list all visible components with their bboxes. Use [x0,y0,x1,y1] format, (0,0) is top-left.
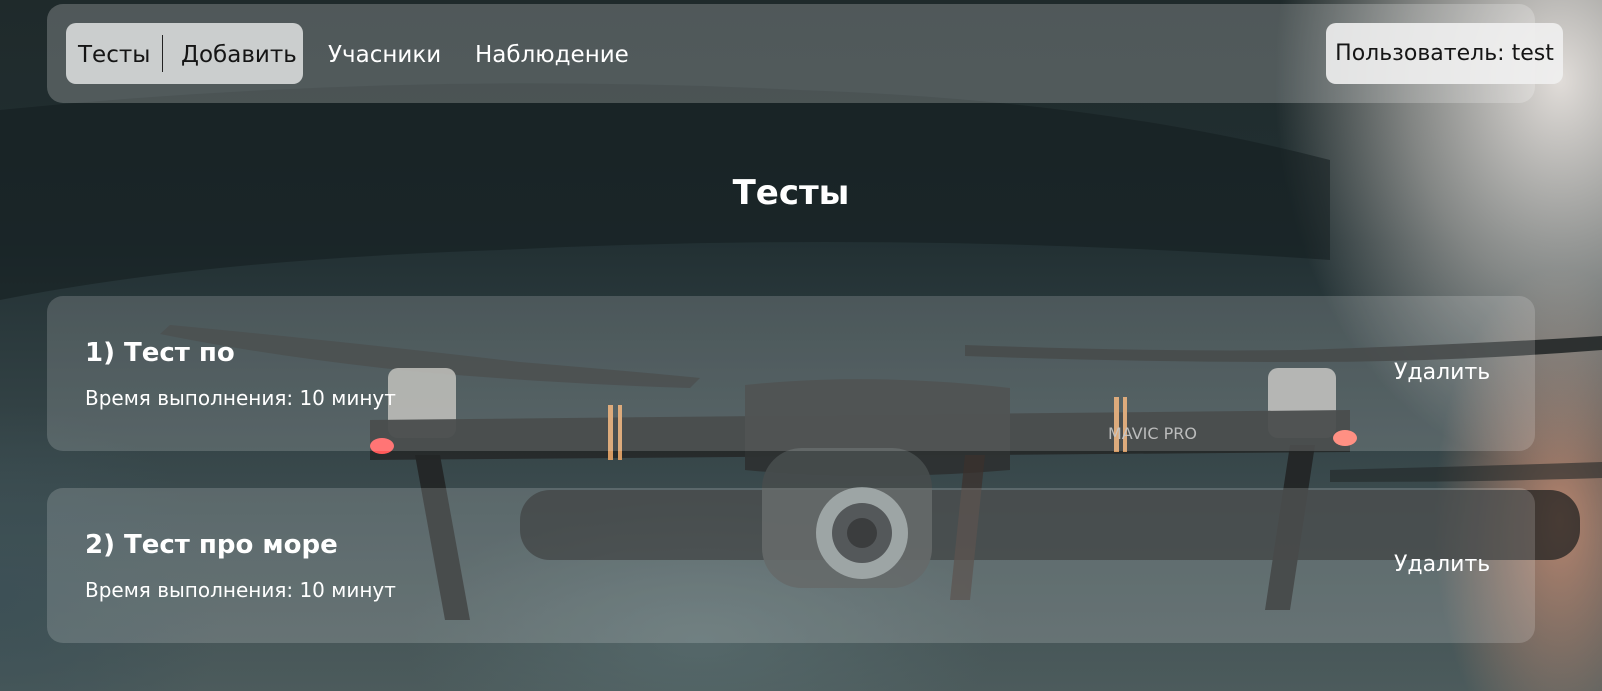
test-card[interactable]: 1) Тест по Время выполнения: 10 минут Уд… [47,296,1535,451]
nav-observation-link[interactable]: Наблюдение [475,41,629,69]
test-card[interactable]: 2) Тест про море Время выполнения: 10 ми… [47,488,1535,643]
user-menu-button[interactable]: Пользователь: test [1326,23,1563,84]
nav-divider [162,35,163,72]
page: MAVIC PRO Тесты Добавить Учасники Наблюд… [0,0,1602,691]
page-title: Тесты [732,173,850,213]
nav-tests-link[interactable]: Тесты [78,41,150,69]
test-title: 2) Тест про море [85,530,338,560]
delete-test-button[interactable]: Удалить [1394,550,1490,580]
test-title: 1) Тест по [85,338,235,368]
nav-participants-link[interactable]: Учасники [328,41,441,69]
top-navbar: Тесты Добавить Учасники Наблюдение Польз… [47,4,1563,103]
nav-add-link[interactable]: Добавить [181,41,297,69]
test-duration: Время выполнения: 10 минут [85,578,396,602]
delete-test-button[interactable]: Удалить [1394,358,1490,388]
test-duration: Время выполнения: 10 минут [85,386,396,410]
